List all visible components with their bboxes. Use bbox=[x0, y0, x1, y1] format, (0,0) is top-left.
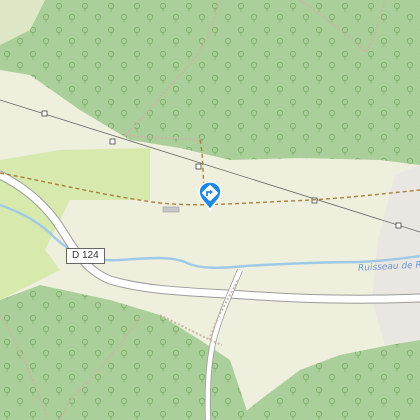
map-view[interactable]: D 124 Ruisseau de Re bbox=[0, 0, 420, 420]
road-label-d124: D 124 bbox=[66, 248, 105, 264]
turn-direction-icon bbox=[198, 181, 222, 211]
turn-direction-marker[interactable] bbox=[197, 181, 223, 211]
small-building bbox=[162, 206, 180, 213]
